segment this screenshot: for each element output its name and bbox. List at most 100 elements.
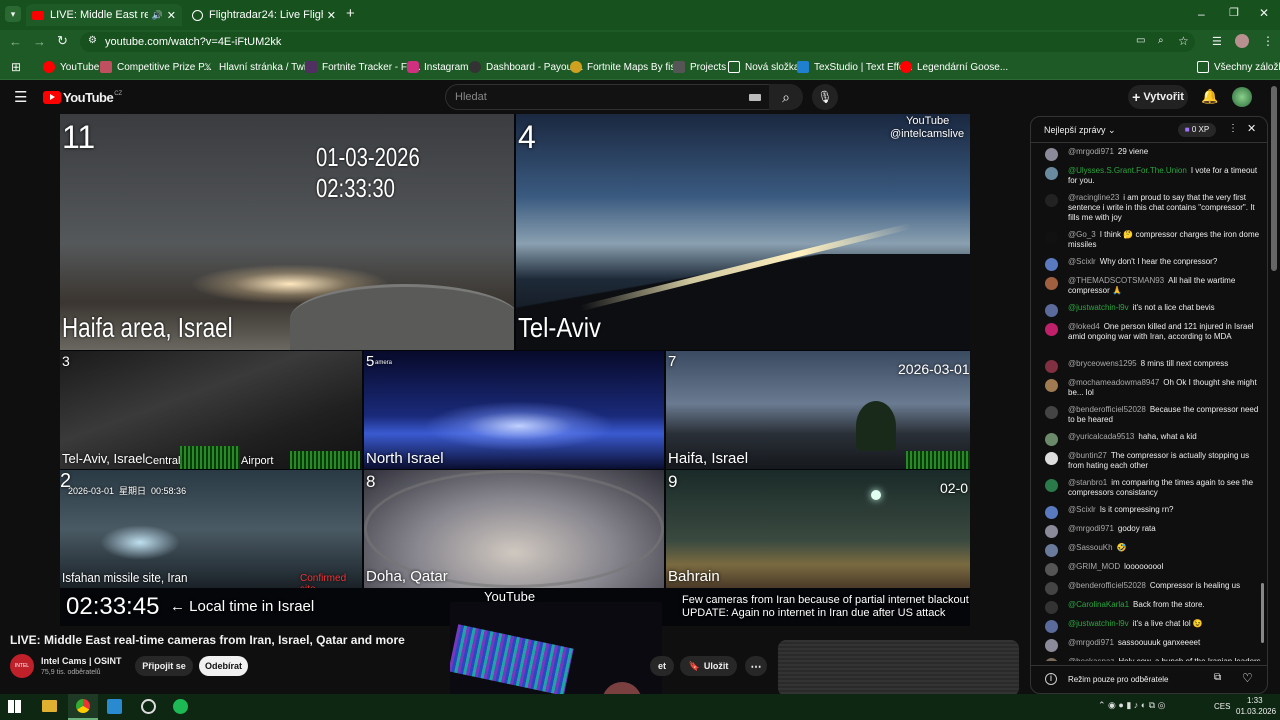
app-icon[interactable]: [141, 699, 156, 714]
chat-avatar[interactable]: [1045, 563, 1058, 576]
voice-search-button[interactable]: 🎙: [812, 84, 838, 110]
page-scrollbar[interactable]: [1271, 86, 1277, 271]
all-bookmarks[interactable]: Všechny záložky: [1197, 59, 1280, 75]
chat-author[interactable]: @Scixlr: [1068, 257, 1096, 266]
minimize-button[interactable]: –: [1198, 7, 1205, 21]
reading-list-icon[interactable]: ☰: [1212, 35, 1222, 48]
bookmark-x[interactable]: 𝕏 Hlavní stránka / Twit...: [202, 59, 317, 75]
chat-message[interactable]: @mrgodi971 sassoouuuk ganxeeeet: [1031, 638, 1267, 652]
more-menu-icon[interactable]: ⋮: [1262, 34, 1274, 48]
cast-icon[interactable]: ▭: [1136, 35, 1145, 46]
chat-message[interactable]: @SassouKh 🤣: [1031, 543, 1267, 557]
apps-grid-icon[interactable]: ⊞: [11, 60, 21, 74]
chat-author[interactable]: @Scixlr: [1068, 505, 1096, 514]
new-tab-button[interactable]: +: [346, 6, 355, 22]
bookmark-projects[interactable]: Projects: [673, 59, 726, 75]
xp-badge[interactable]: ■ 0 XP: [1178, 123, 1216, 137]
reload-icon[interactable]: ↻: [57, 33, 68, 49]
back-icon[interactable]: ←: [9, 34, 22, 49]
chat-message[interactable]: @CarolinaKarla1 Back from the store.: [1031, 600, 1267, 614]
search-input[interactable]: Hledat: [445, 84, 770, 110]
share-button[interactable]: et: [650, 656, 674, 676]
chat-avatar[interactable]: [1045, 582, 1058, 595]
chat-avatar[interactable]: [1045, 148, 1058, 161]
subscribe-button[interactable]: Odebírat: [199, 656, 248, 676]
bookmark-star-icon[interactable]: ☆: [1178, 34, 1189, 48]
tab-flightradar[interactable]: Flightradar24: Live Flight Tracker ✕: [186, 4, 342, 26]
speaker-icon[interactable]: 🔊: [152, 10, 163, 21]
notifications-icon[interactable]: 🔔: [1201, 88, 1218, 105]
chat-avatar[interactable]: [1045, 277, 1058, 290]
clock-date[interactable]: 01.03.2026: [1236, 707, 1276, 716]
bookmark-folder[interactable]: Nová složka: [728, 59, 799, 75]
chat-avatar[interactable]: [1045, 433, 1058, 446]
profile-avatar[interactable]: [1235, 34, 1249, 48]
chat-author[interactable]: @racingline23: [1068, 193, 1119, 202]
zoom-icon[interactable]: ⌕: [1158, 35, 1164, 46]
chat-avatar[interactable]: [1045, 601, 1058, 614]
chat-avatar[interactable]: [1045, 167, 1058, 180]
forward-icon[interactable]: →: [33, 34, 46, 49]
language-indicator[interactable]: CES: [1214, 702, 1230, 711]
chat-author[interactable]: @loked4: [1068, 322, 1100, 331]
chat-author[interactable]: @beckaspaz: [1068, 657, 1114, 661]
bookmark-fortnite-maps[interactable]: Fortnite Maps By fis...: [570, 59, 684, 75]
chat-avatar[interactable]: [1045, 452, 1058, 465]
chat-avatar[interactable]: [1045, 258, 1058, 271]
chat-avatar[interactable]: [1045, 379, 1058, 392]
chat-message[interactable]: @buntin27 The compressor is actually stop…: [1031, 451, 1267, 471]
chat-author[interactable]: @benderofficiel52028: [1068, 405, 1146, 414]
chat-author[interactable]: @bryceowens1295: [1068, 359, 1137, 368]
chat-author[interactable]: @mochameadowma8947: [1068, 378, 1159, 387]
close-window-button[interactable]: ✕: [1259, 6, 1269, 20]
chat-author[interactable]: @buntin27: [1068, 451, 1107, 460]
restore-button[interactable]: ❐: [1229, 6, 1239, 19]
chat-message[interactable]: @justwatchin-l9v it's not a lice chat bev…: [1031, 303, 1267, 317]
chat-author[interactable]: @Go_3: [1068, 230, 1096, 239]
chat-avatar[interactable]: [1045, 323, 1058, 336]
chat-close-icon[interactable]: ✕: [1247, 122, 1256, 135]
chat-author[interactable]: @justwatchin-l9v: [1068, 303, 1129, 312]
more-actions-button[interactable]: ⋯: [745, 656, 767, 676]
chat-mode-dropdown[interactable]: Nejlepší zprávy ⌄: [1044, 125, 1116, 136]
chat-message[interactable]: @racingline23 i am proud to say that the …: [1031, 193, 1267, 223]
file-explorer-icon[interactable]: [42, 700, 57, 712]
chat-message[interactable]: @Go_3 I think 🤔 compressor charges the ir…: [1031, 230, 1267, 250]
chat-author[interactable]: @CarolinaKarla1: [1068, 600, 1129, 609]
menu-icon[interactable]: ☰: [14, 88, 27, 106]
bookmark-youtube[interactable]: YouTube: [43, 59, 99, 75]
chat-avatar[interactable]: [1045, 525, 1058, 538]
chat-message[interactable]: @benderofficiel52028 Because the compress…: [1031, 405, 1267, 425]
chat-message[interactable]: @stanbro1 im comparing the times again to…: [1031, 478, 1267, 498]
chat-message[interactable]: @justwatchin-l9v it's a live chat lol 😉: [1031, 619, 1267, 633]
spotify-icon[interactable]: [173, 699, 188, 714]
chrome-icon[interactable]: [68, 694, 98, 720]
chat-author[interactable]: @yuricalcada9513: [1068, 432, 1134, 441]
chat-avatar[interactable]: [1045, 194, 1058, 207]
chat-avatar[interactable]: [1045, 658, 1058, 661]
chat-message[interactable]: @mrgodi971 29 viene: [1031, 147, 1267, 161]
chat-avatar[interactable]: [1045, 231, 1058, 244]
tab-close-icon[interactable]: ✕: [327, 9, 336, 22]
tab-youtube[interactable]: LIVE: Middle East real-time 🔊 ✕: [26, 4, 182, 26]
chat-avatar[interactable]: [1045, 544, 1058, 557]
keyboard-icon[interactable]: [749, 94, 761, 101]
bookmark-competitive[interactable]: Competitive Prize P...: [100, 59, 212, 75]
chat-message[interactable]: @THEMADSCOTSMAN93 All hail the wartime co…: [1031, 276, 1267, 296]
app-icon[interactable]: [107, 699, 122, 714]
chat-avatar[interactable]: [1045, 620, 1058, 633]
create-button[interactable]: + Vytvořit: [1128, 85, 1188, 109]
tray-icons[interactable]: ⌃ ◉ ● ▮ ♪ ◐ ⧉ ◎: [1098, 700, 1166, 711]
chat-author[interactable]: @mrgodi971: [1068, 147, 1114, 156]
chat-author[interactable]: @justwatchin-l9v: [1068, 619, 1129, 628]
chat-message[interactable]: @Scixlr Is it compressing rn?: [1031, 505, 1267, 519]
start-icon[interactable]: [8, 700, 21, 713]
chat-message[interactable]: @mrgodi971 godoy rata: [1031, 524, 1267, 538]
heart-icon[interactable]: ♡: [1242, 671, 1253, 685]
chat-author[interactable]: @mrgodi971: [1068, 638, 1114, 647]
tab-close-icon[interactable]: ✕: [167, 9, 176, 22]
chat-avatar[interactable]: [1045, 304, 1058, 317]
bookmark-goose[interactable]: Legendární Goose...: [900, 59, 1008, 75]
search-button[interactable]: ⌕: [769, 84, 803, 110]
join-button[interactable]: Připojit se: [135, 656, 193, 676]
